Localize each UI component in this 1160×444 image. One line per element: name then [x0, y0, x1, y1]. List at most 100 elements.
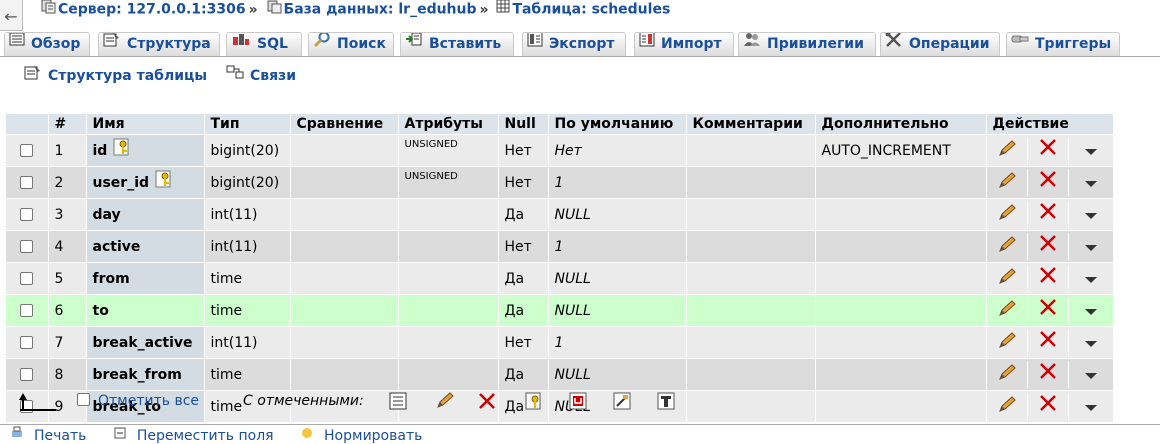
more-actions-dropdown[interactable] [1067, 329, 1113, 356]
drop-column-button[interactable] [1026, 297, 1068, 324]
tab-label: SQL [257, 36, 288, 52]
more-actions-dropdown[interactable] [1067, 265, 1113, 292]
table-row[interactable]: 4 active int(11) Нет 1 [6, 230, 1114, 263]
column-type: time [204, 358, 291, 391]
column-name-cell: day [86, 198, 205, 231]
column-comments [686, 294, 816, 327]
more-actions-dropdown[interactable] [1067, 137, 1113, 164]
row-checkbox[interactable] [20, 368, 34, 381]
table-row[interactable]: 5 from time Да NULL [6, 262, 1114, 295]
drop-column-button[interactable] [1026, 265, 1068, 292]
table-row[interactable]: 1 id bigint(20) UNSIGNED Нет Нет AUTO_IN… [6, 134, 1114, 167]
table-row[interactable]: 6 to time Да NULL [6, 294, 1114, 327]
row-checkbox[interactable] [20, 336, 34, 349]
tab-browse[interactable]: Обзор [4, 32, 90, 56]
edit-column-button[interactable] [987, 203, 1027, 226]
bulk-fulltext-button[interactable] [657, 392, 675, 414]
drop-column-button[interactable] [1026, 233, 1068, 260]
row-checkbox[interactable] [20, 240, 34, 253]
column-default: NULL [548, 294, 687, 327]
row-checkbox-cell [6, 166, 49, 199]
bulk-browse-button[interactable] [389, 392, 407, 414]
header-null[interactable]: Null [498, 114, 549, 135]
pencil-icon [997, 235, 1017, 258]
row-checkbox[interactable] [20, 144, 34, 157]
table-row[interactable]: 3 day int(11) Да NULL [6, 198, 1114, 231]
column-null: Да [498, 358, 549, 391]
breadcrumb-database[interactable]: База данных: lr_eduhub [284, 2, 477, 18]
bulk-index-button[interactable] [613, 392, 631, 414]
edit-column-button[interactable] [987, 363, 1027, 386]
edit-column-button[interactable] [987, 235, 1027, 258]
edit-column-button[interactable] [987, 171, 1027, 194]
tab-privileges[interactable]: Привилегии [738, 32, 876, 56]
column-name-cell: break_from [86, 358, 205, 391]
check-all-checkbox[interactable] [77, 393, 90, 406]
bulk-unique-button[interactable] [569, 392, 587, 414]
breadcrumb: Сервер: 127.0.0.1:3306» База данных: lr_… [40, 0, 670, 21]
edit-column-button[interactable] [987, 299, 1027, 322]
header-comments[interactable]: Комментарии [686, 114, 816, 135]
drop-column-button[interactable] [1026, 329, 1068, 356]
drop-column-button[interactable] [1026, 201, 1068, 228]
relations-link[interactable]: Связи [226, 65, 296, 84]
column-extra: AUTO_INCREMENT [815, 134, 987, 167]
column-attributes [398, 198, 499, 231]
insert-icon [405, 33, 423, 55]
table-row[interactable]: 8 break_from time Да NULL [6, 358, 1114, 391]
column-attributes [398, 262, 499, 295]
more-actions-dropdown[interactable] [1067, 361, 1113, 388]
tab-operations[interactable]: Операции [880, 32, 1000, 56]
tab-structure[interactable]: Структура [98, 32, 220, 56]
bulk-primary-button[interactable] [525, 392, 543, 414]
table-row[interactable]: 7 break_active int(11) Нет 1 [6, 326, 1114, 359]
header-type[interactable]: Тип [204, 114, 291, 135]
breadcrumb-table[interactable]: Таблица: schedules [512, 2, 670, 18]
more-actions-dropdown[interactable] [1067, 233, 1113, 260]
bulk-edit-button[interactable] [435, 392, 455, 414]
column-null: Нет [498, 230, 549, 263]
table-structure-link[interactable]: Структура таблицы [24, 65, 212, 84]
drop-column-button[interactable] [1026, 137, 1068, 164]
column-extra [815, 166, 987, 199]
row-checkbox[interactable] [20, 272, 34, 285]
header-extra[interactable]: Дополнительно [815, 114, 987, 135]
check-all[interactable]: Отметить все [77, 393, 199, 409]
header-num[interactable]: # [48, 114, 87, 135]
table-row[interactable]: 2 user_id bigint(20) UNSIGNED Нет 1 [6, 166, 1114, 199]
tab-search[interactable]: Поиск [308, 32, 394, 56]
bulk-drop-button[interactable] [478, 392, 496, 414]
edit-column-button[interactable] [987, 267, 1027, 290]
header-attributes[interactable]: Атрибуты [398, 114, 499, 135]
breadcrumb-server[interactable]: Сервер: 127.0.0.1:3306 [58, 2, 246, 18]
header-name[interactable]: Имя [86, 114, 205, 135]
drop-column-button[interactable] [1026, 169, 1068, 196]
more-actions-dropdown[interactable] [1067, 169, 1113, 196]
edit-column-button[interactable] [987, 139, 1027, 162]
search-icon [313, 33, 331, 55]
row-checkbox[interactable] [20, 208, 34, 221]
tab-import[interactable]: Импорт [634, 32, 734, 56]
row-checkbox[interactable] [20, 304, 34, 317]
more-actions-dropdown[interactable] [1067, 201, 1113, 228]
row-checkbox[interactable] [20, 176, 34, 189]
drop-column-button[interactable] [1026, 361, 1068, 388]
row-actions [986, 262, 1114, 295]
dropdown-triangle-icon [1084, 201, 1098, 232]
pencil-icon [997, 331, 1017, 354]
tab-insert[interactable]: Вставить [400, 32, 514, 56]
more-actions-dropdown[interactable] [1067, 297, 1113, 324]
edit-column-button[interactable] [987, 331, 1027, 354]
tab-sql[interactable]: SQL [226, 32, 302, 56]
tab-export[interactable]: Экспорт [522, 32, 626, 56]
header-collation[interactable]: Сравнение [290, 114, 399, 135]
delete-x-icon [1039, 297, 1057, 328]
back-button[interactable]: ← [0, 0, 23, 31]
tab-bar-divider [0, 56, 1160, 57]
tab-triggers[interactable]: Триггеры [1006, 32, 1120, 56]
tab-label: Импорт [661, 36, 722, 52]
header-default[interactable]: По умолчанию [548, 114, 687, 135]
row-checkbox-cell [6, 358, 49, 391]
relations-icon [226, 64, 244, 84]
sql-icon [231, 33, 251, 55]
